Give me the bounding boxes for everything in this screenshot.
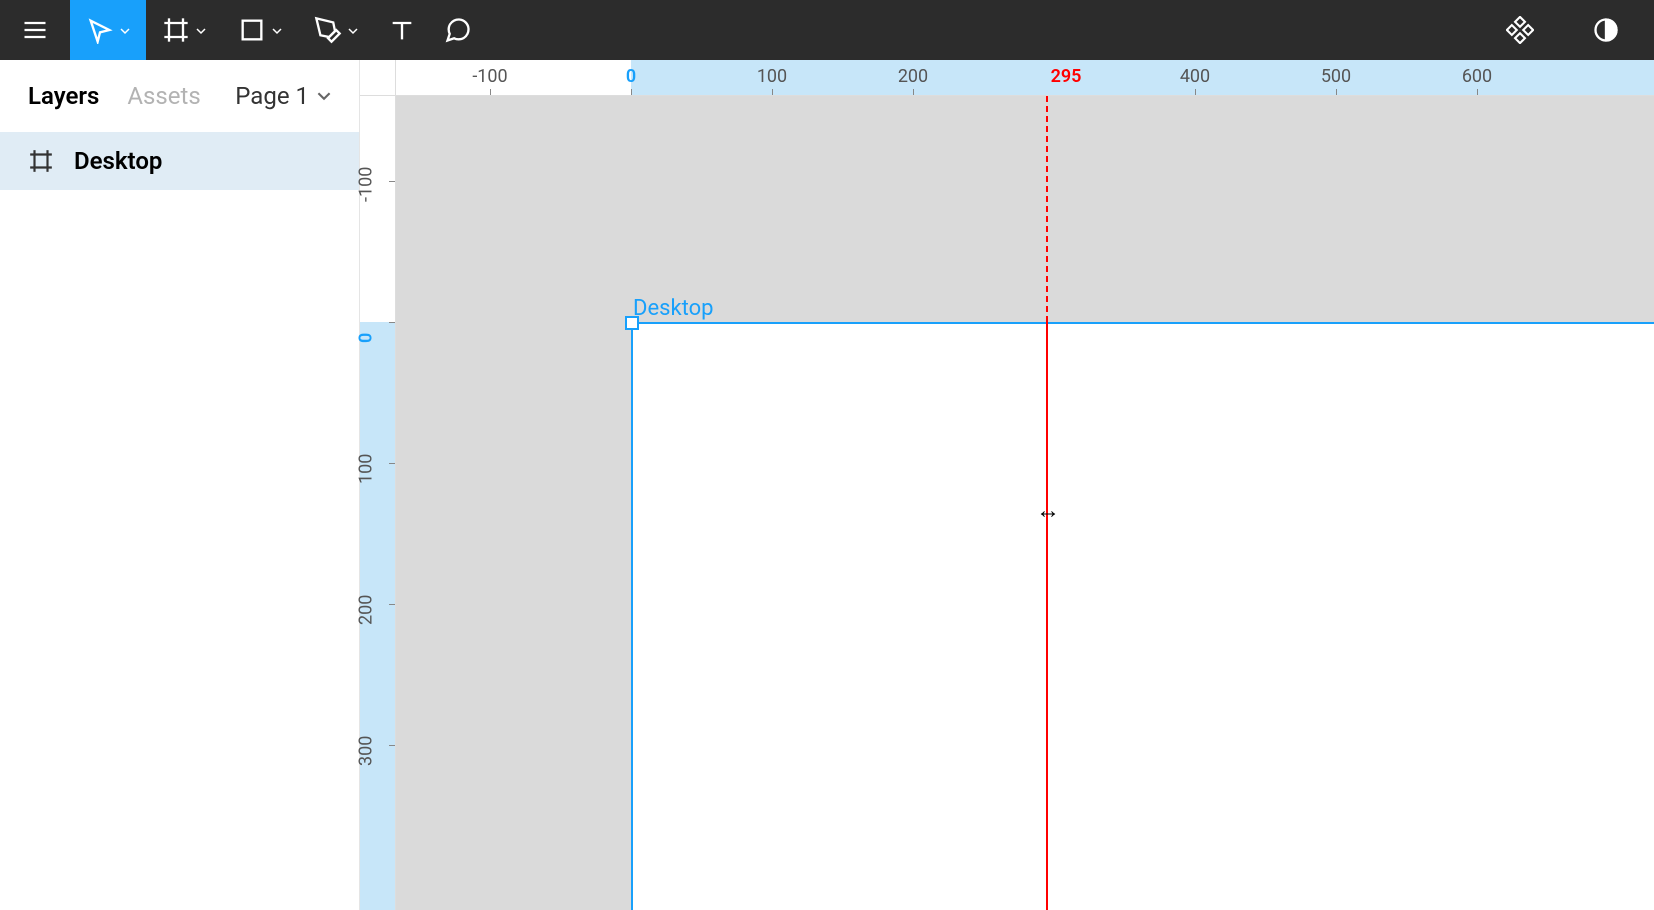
chevron-down-icon <box>196 21 206 40</box>
ruler-tick: 400 <box>1180 66 1210 87</box>
panel-tabs-left: Layers Assets <box>28 82 201 110</box>
toolbar-left <box>0 0 486 60</box>
left-panel: Layers Assets Page 1 Desktop <box>0 60 360 910</box>
chevron-down-icon <box>272 21 282 40</box>
toolbar-right <box>1492 0 1654 60</box>
components-icon <box>1506 16 1534 44</box>
ruler-mark <box>631 89 632 95</box>
ruler-tick: -100 <box>356 167 377 202</box>
canvas-area[interactable]: -100 0 100 200 295 400 500 600 -100 0 10… <box>360 60 1654 910</box>
ruler-tick: 300 <box>356 736 377 766</box>
ruler-mark <box>389 463 395 464</box>
ruler-mark <box>913 89 914 95</box>
canvas-inner[interactable]: Desktop ↔ <box>396 96 1654 910</box>
ruler-corner <box>360 60 396 96</box>
ruler-tick-guide: 295 <box>1051 66 1082 87</box>
comment-tool-button[interactable] <box>430 0 486 60</box>
comment-icon <box>444 16 472 44</box>
frame-icon <box>28 148 54 174</box>
ruler-horizontal[interactable]: -100 0 100 200 295 400 500 600 <box>396 60 1654 96</box>
ruler-tick: 500 <box>1321 66 1351 87</box>
text-icon <box>388 16 416 44</box>
ruler-tick: 600 <box>1462 66 1492 87</box>
ruler-tick: 200 <box>898 66 928 87</box>
components-button[interactable] <box>1492 0 1548 60</box>
ruler-mark <box>772 89 773 95</box>
ruler-mark <box>1336 89 1337 95</box>
toolbar <box>0 0 1654 60</box>
half-circle-icon <box>1592 16 1620 44</box>
main-menu-button[interactable] <box>0 0 70 60</box>
ruler-mark <box>389 604 395 605</box>
ruler-tick: 100 <box>757 66 787 87</box>
pen-icon <box>314 16 342 44</box>
cursor-icon <box>86 16 114 44</box>
layer-row-desktop[interactable]: Desktop <box>0 132 359 190</box>
ruler-mark <box>1477 89 1478 95</box>
ruler-tick: 200 <box>356 595 377 625</box>
menu-icon <box>21 16 49 44</box>
tab-layers[interactable]: Layers <box>28 82 99 110</box>
rectangle-icon <box>238 16 266 44</box>
page-selector[interactable]: Page 1 <box>235 82 331 110</box>
ruler-tick: -100 <box>472 66 507 87</box>
ruler-mark <box>389 322 395 323</box>
tab-assets[interactable]: Assets <box>127 82 200 110</box>
frame-label[interactable]: Desktop <box>633 296 714 321</box>
panel-tabs: Layers Assets Page 1 <box>0 60 359 132</box>
chevron-down-icon <box>317 89 331 103</box>
mask-button[interactable] <box>1578 0 1634 60</box>
text-tool-button[interactable] <box>374 0 430 60</box>
ruler-mark <box>1195 89 1196 95</box>
chevron-down-icon <box>348 21 358 40</box>
frame-handle-tl[interactable] <box>625 316 639 330</box>
chevron-down-icon <box>120 21 130 40</box>
guide-line-solid <box>1046 322 1048 910</box>
ruler-tick-zero: 0 <box>626 66 636 87</box>
frame-tool-button[interactable] <box>146 0 222 60</box>
layer-name: Desktop <box>74 147 162 175</box>
page-selector-label: Page 1 <box>235 82 309 110</box>
guide-line-dashed <box>1046 96 1048 322</box>
ruler-mark <box>389 745 395 746</box>
ruler-mark <box>490 89 491 95</box>
frame-icon <box>162 16 190 44</box>
pen-tool-button[interactable] <box>298 0 374 60</box>
ruler-vertical[interactable]: -100 0 100 200 300 <box>360 96 396 910</box>
ruler-mark <box>389 181 395 182</box>
move-tool-button[interactable] <box>70 0 146 60</box>
frame-desktop[interactable]: Desktop <box>631 322 1654 910</box>
shape-tool-button[interactable] <box>222 0 298 60</box>
ruler-tick-zero: 0 <box>356 333 377 343</box>
ruler-tick: 100 <box>356 454 377 484</box>
